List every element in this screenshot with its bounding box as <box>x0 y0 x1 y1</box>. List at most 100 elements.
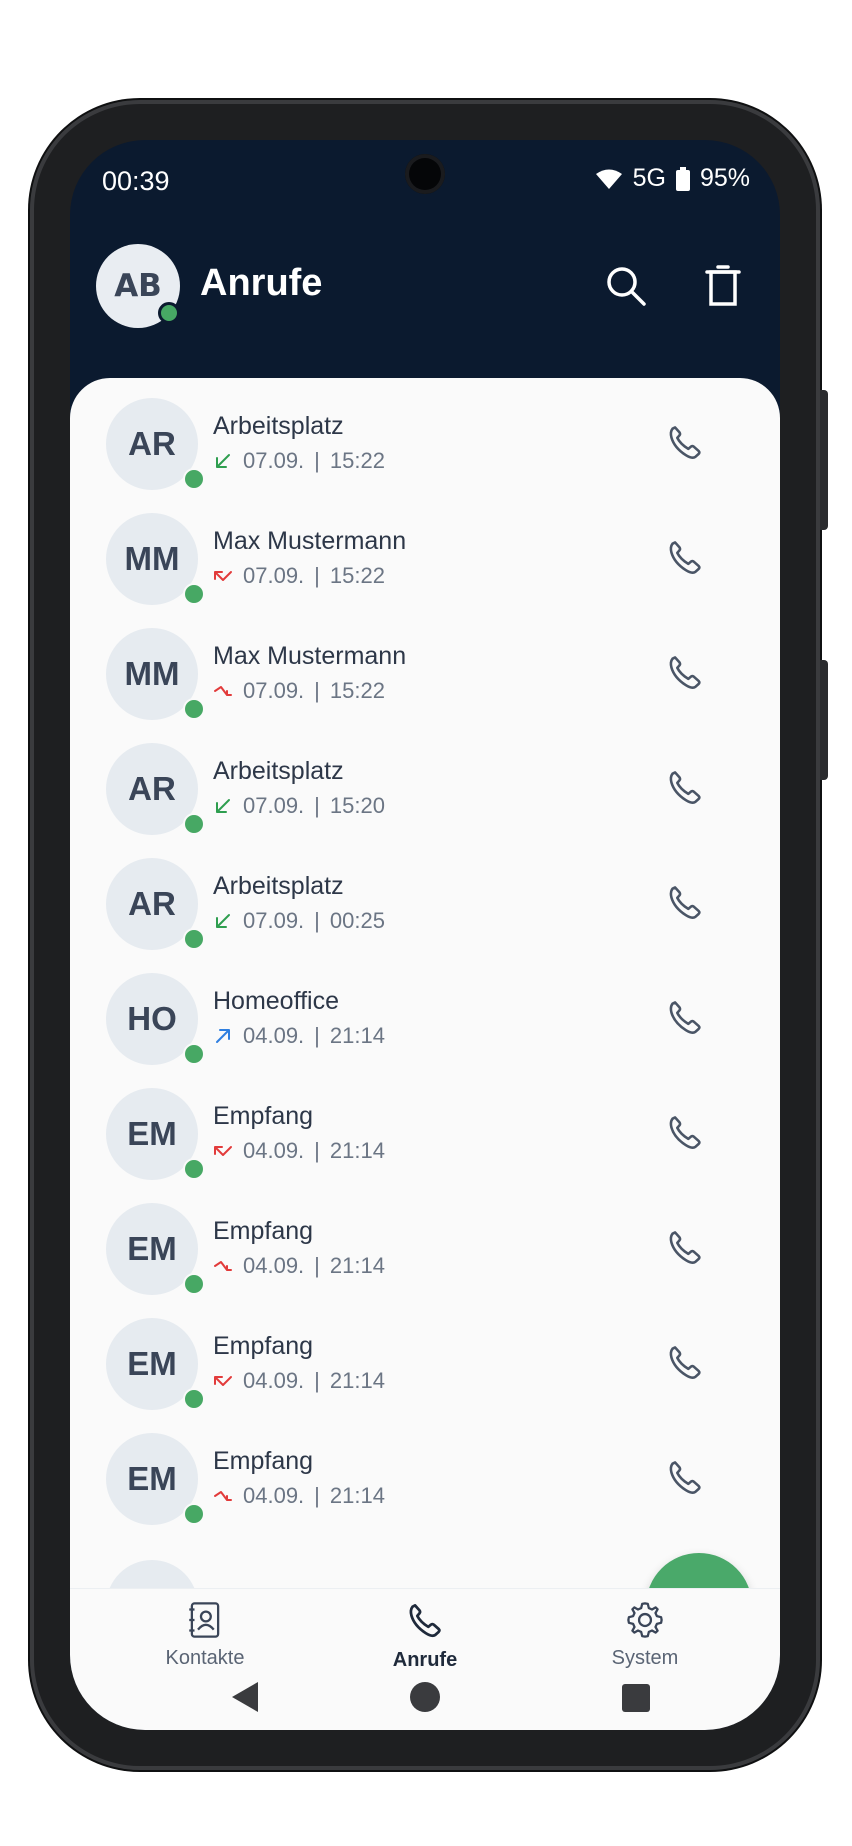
status-bar: 00:39 5G 95% <box>70 140 780 230</box>
call-meta: 04.09. | 21:14 <box>213 1483 385 1509</box>
call-meta: 07.09. | 15:20 <box>213 793 385 819</box>
online-indicator <box>183 698 205 720</box>
contact-name: Arbeitsplatz <box>213 872 344 900</box>
call-meta: 04.09. | 21:14 <box>213 1253 385 1279</box>
call-meta: 07.09. | 15:22 <box>213 448 385 474</box>
new-call-button[interactable] <box>646 1553 752 1588</box>
side-button-volume <box>820 660 828 780</box>
home-icon[interactable] <box>410 1682 440 1712</box>
nav-system[interactable]: System <box>560 1599 730 1670</box>
delete-button[interactable] <box>695 258 751 314</box>
online-indicator <box>183 468 205 490</box>
call-outgoing-icon <box>216 1029 230 1043</box>
nav-system-label: System <box>611 1647 679 1669</box>
user-online-indicator <box>158 302 180 324</box>
avatar-partial <box>106 1560 198 1588</box>
nav-contacts[interactable]: Kontakte <box>120 1599 290 1670</box>
call-row[interactable]: AR Arbeitsplatz 07.09. | 15:22 <box>70 378 780 493</box>
recent-apps-icon[interactable] <box>622 1684 650 1712</box>
call-date: 04.09. <box>243 1253 305 1278</box>
system-navigation <box>70 1680 780 1730</box>
call-back-button[interactable] <box>660 763 710 813</box>
call-back-button[interactable] <box>660 1223 710 1273</box>
call-meta: 07.09. | 00:25 <box>213 908 385 934</box>
contact-name: Empfang <box>213 1102 314 1130</box>
battery-icon <box>675 166 690 191</box>
call-date: 04.09. <box>243 1138 305 1163</box>
phone-icon <box>669 771 701 804</box>
search-icon <box>607 267 646 306</box>
phone-icon <box>669 1231 701 1264</box>
nav-calls-label: Anrufe <box>392 1649 458 1671</box>
call-date: 07.09. <box>243 908 305 933</box>
call-row[interactable]: HO Homeoffice 04.09. | 21:14 <box>70 953 780 1068</box>
online-indicator <box>183 1388 205 1410</box>
call-time: 15:20 <box>329 793 385 818</box>
call-incoming-icon <box>216 454 230 468</box>
call-time: 00:25 <box>329 908 385 933</box>
online-indicator <box>183 1273 205 1295</box>
call-date: 04.09. <box>243 1483 305 1508</box>
meta-separator: | <box>314 908 320 933</box>
search-button[interactable] <box>598 258 654 314</box>
phone-icon <box>669 1116 701 1149</box>
phone-icon <box>669 1001 701 1034</box>
nav-contacts-label: Kontakte <box>165 1647 245 1669</box>
meta-separator: | <box>314 793 320 818</box>
call-back-button[interactable] <box>660 1453 710 1503</box>
call-time: 21:14 <box>329 1138 385 1163</box>
status-time: 00:39 <box>102 166 170 196</box>
call-row[interactable]: MM Max Mustermann 07.09. | 15:22 <box>70 608 780 723</box>
gear-icon <box>627 1602 663 1638</box>
call-list: AR Arbeitsplatz 07.09. | 15:22 MM Max Musterma… <box>70 378 780 1588</box>
nav-calls[interactable]: Anrufe <box>340 1599 510 1672</box>
phone-frame: 00:39 5G 95% AB Anrufe AR Arbeitsplatz 07.… <box>30 100 828 1770</box>
call-row[interactable]: AR Arbeitsplatz 07.09. | 00:25 <box>70 838 780 953</box>
call-row[interactable]: MM Max Mustermann 07.09. | 15:22 <box>70 493 780 608</box>
call-time: 15:22 <box>329 563 385 588</box>
call-rejected-icon <box>214 1261 232 1271</box>
call-date: 07.09. <box>243 793 305 818</box>
front-camera <box>405 154 445 194</box>
online-indicator <box>183 1043 205 1065</box>
contact-name: Arbeitsplatz <box>213 757 344 785</box>
call-row[interactable]: AR Arbeitsplatz 07.09. | 15:20 <box>70 723 780 838</box>
trash-icon <box>705 265 741 306</box>
call-back-button[interactable] <box>660 1338 710 1388</box>
meta-separator: | <box>314 448 320 473</box>
phone-icon <box>669 1346 701 1379</box>
phone-icon <box>409 1604 441 1638</box>
call-back-button[interactable] <box>660 418 710 468</box>
contact-name: Max Mustermann <box>213 642 407 670</box>
call-back-button[interactable] <box>660 533 710 583</box>
call-row[interactable]: EM Empfang 04.09. | 21:14 <box>70 1298 780 1413</box>
call-row[interactable]: EM Empfang 04.09. | 21:14 <box>70 1068 780 1183</box>
call-back-button[interactable] <box>660 993 710 1043</box>
call-back-button[interactable] <box>660 878 710 928</box>
meta-separator: | <box>314 678 320 703</box>
call-row[interactable]: EM Empfang 04.09. | 21:14 <box>70 1413 780 1528</box>
call-time: 21:14 <box>329 1023 385 1048</box>
call-row[interactable]: EM Empfang 04.09. | 21:14 <box>70 1183 780 1298</box>
contact-name: Empfang <box>213 1332 314 1360</box>
call-missed-icon <box>214 1376 232 1386</box>
screen: 00:39 5G 95% AB Anrufe AR Arbeitsplatz 07.… <box>70 140 780 1730</box>
call-incoming-icon <box>216 914 230 928</box>
call-date: 07.09. <box>243 448 305 473</box>
call-time: 15:22 <box>329 678 385 703</box>
call-time: 21:14 <box>329 1483 385 1508</box>
call-meta: 07.09. | 15:22 <box>213 678 385 704</box>
online-indicator <box>183 583 205 605</box>
call-date: 04.09. <box>243 1368 305 1393</box>
contact-name: Max Mustermann <box>213 527 407 555</box>
back-icon[interactable] <box>230 1680 260 1714</box>
meta-separator: | <box>314 1368 320 1393</box>
meta-separator: | <box>314 1023 320 1048</box>
call-back-button[interactable] <box>660 648 710 698</box>
call-time: 15:22 <box>329 448 385 473</box>
wifi-icon <box>595 169 622 189</box>
phone-icon <box>669 541 701 574</box>
call-back-button[interactable] <box>660 1108 710 1158</box>
meta-separator: | <box>314 1138 320 1163</box>
meta-separator: | <box>314 1253 320 1278</box>
